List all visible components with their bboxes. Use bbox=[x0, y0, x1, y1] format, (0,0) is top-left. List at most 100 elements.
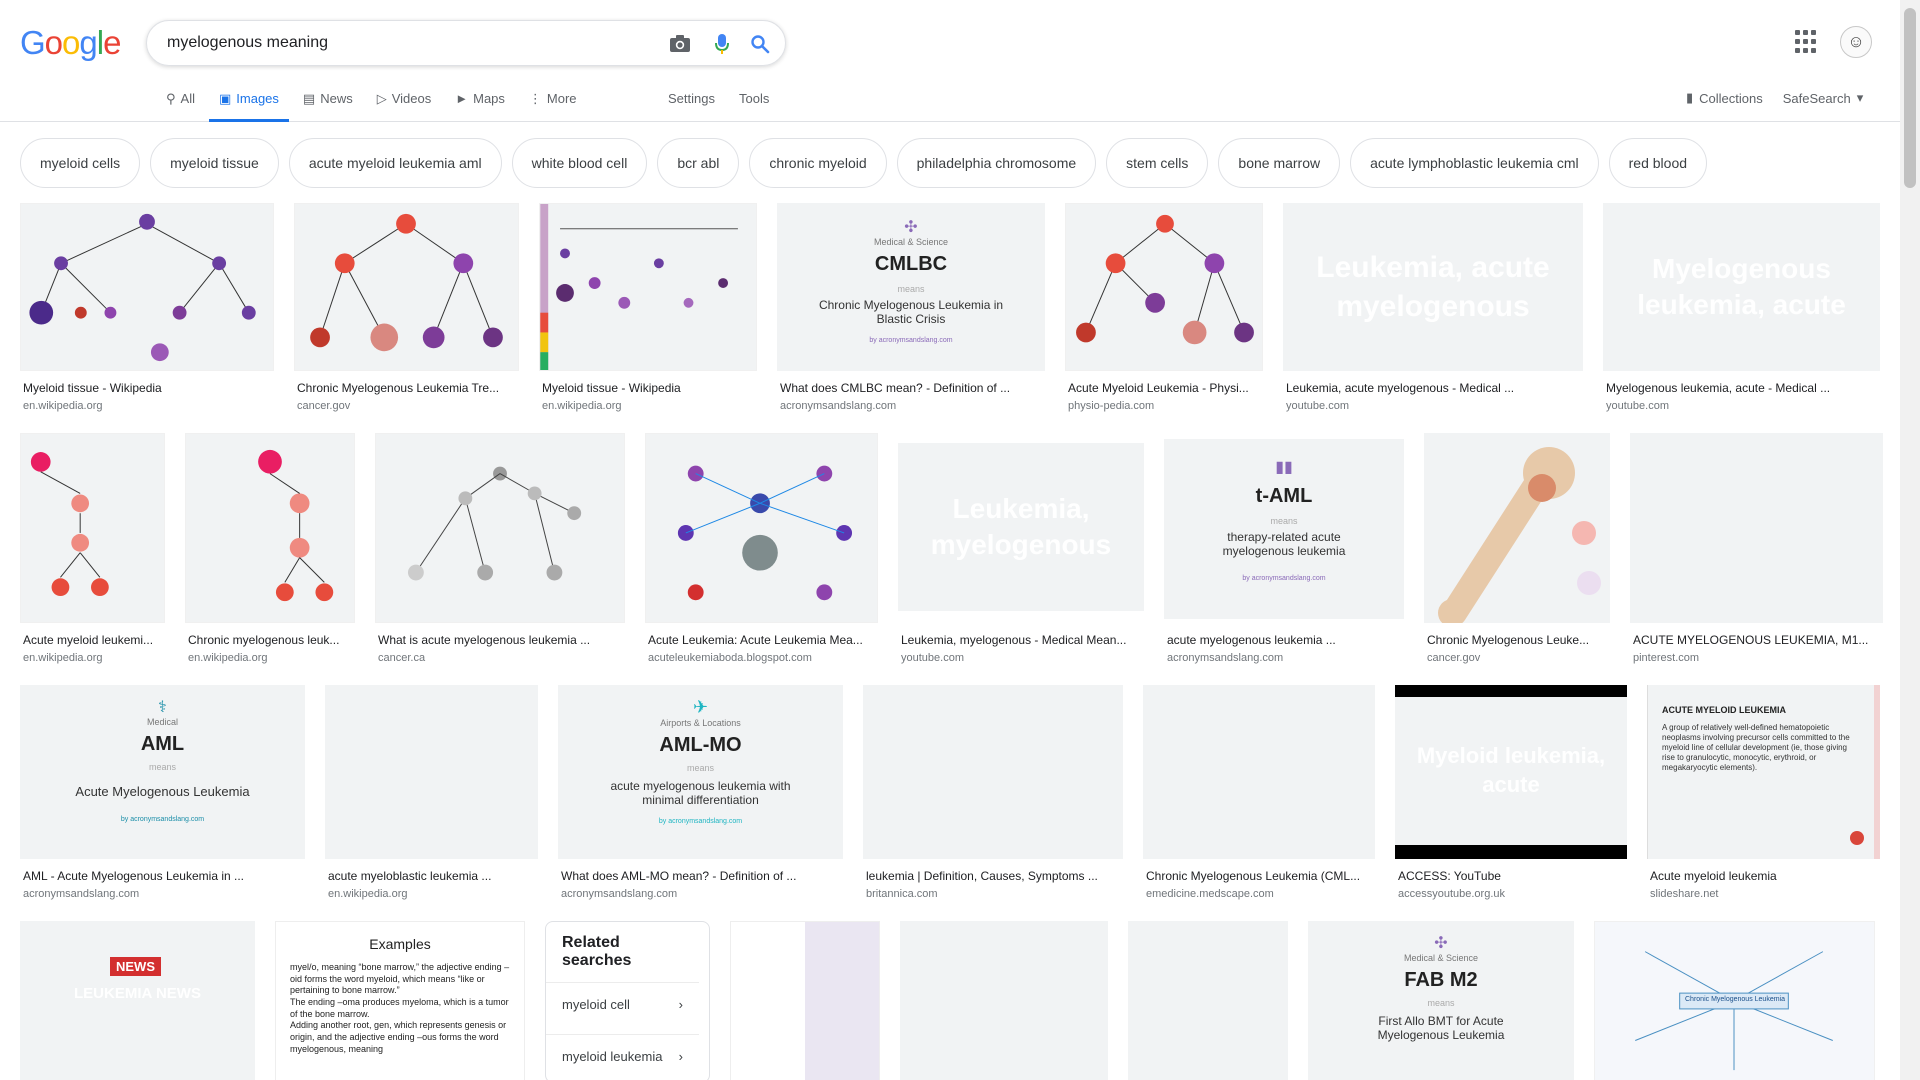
chevron-right-icon: › bbox=[678, 997, 683, 1012]
chip[interactable]: chronic myeloid bbox=[749, 138, 887, 188]
mindmap-center-label: Chronic Myelogenous Leukemia bbox=[1685, 996, 1785, 1003]
scrollbar[interactable] bbox=[1900, 0, 1920, 1080]
acronym-means: means bbox=[148, 762, 176, 772]
related-search-item[interactable]: myeloid leukemia › bbox=[546, 1034, 699, 1078]
result-source: cancer.gov bbox=[1427, 652, 1481, 664]
image-result[interactable]: ⚕ Medical AML means Acute Myelogenous Le… bbox=[20, 685, 305, 900]
medical-caduceus-icon: ⚕ bbox=[158, 699, 167, 716]
result-source: en.wikipedia.org bbox=[328, 888, 408, 900]
chip[interactable]: red blood bbox=[1608, 138, 1708, 188]
chip[interactable]: acute myeloid leukemia aml bbox=[288, 138, 502, 188]
result-source: acronymsandslang.com bbox=[1167, 652, 1284, 664]
safesearch-dropdown[interactable]: SafeSearch ▾ bbox=[1783, 90, 1863, 106]
medical-caduceus-icon: ✣ bbox=[1434, 935, 1448, 952]
more-vert-icon: ⋮ bbox=[528, 91, 542, 106]
acronym-brand: by acronymsandslang.com bbox=[869, 336, 953, 344]
tab-more[interactable]: ⋮ More bbox=[529, 87, 577, 122]
chip[interactable]: myeloid cells bbox=[20, 138, 141, 188]
examples-item: The ending –oma produces myeloma, which … bbox=[290, 997, 509, 1019]
examples-title: Examples bbox=[369, 936, 431, 952]
result-thumbnail bbox=[1065, 203, 1263, 371]
map-icon: ► bbox=[455, 91, 469, 106]
image-result[interactable]: ACUTE MYELOGENOUS LEUKEMIA, M1... pinter… bbox=[1630, 433, 1883, 664]
chip[interactable]: acute lymphoblastic leukemia cml bbox=[1350, 138, 1599, 188]
result-source: cancer.ca bbox=[378, 652, 426, 664]
avatar[interactable]: ☺ bbox=[1840, 26, 1872, 58]
result-title: leukemia | Definition, Causes, Symptoms … bbox=[866, 869, 1098, 883]
result-source: youtube.com bbox=[1606, 400, 1669, 412]
result-row: Acute myeloid leukemi... en.wikipedia.or… bbox=[20, 433, 1883, 664]
chip[interactable]: bcr abl bbox=[657, 138, 740, 188]
chip[interactable]: bone marrow bbox=[1218, 138, 1341, 188]
google-logo[interactable]: Google bbox=[20, 24, 121, 62]
apps-grid-icon[interactable] bbox=[1795, 30, 1819, 54]
image-result[interactable]: leukemia | Definition, Causes, Symptoms … bbox=[863, 685, 1123, 900]
image-result[interactable]: Leukemia, myelogenous Leukemia, myelogen… bbox=[898, 433, 1144, 664]
chip[interactable]: myeloid tissue bbox=[150, 138, 279, 188]
image-result[interactable]: ✈ Airports & Locations AML-MO means acut… bbox=[558, 685, 843, 900]
image-result[interactable]: Leukemia, acute myelogenous Leukemia, ac… bbox=[1283, 203, 1583, 412]
related-searches-title: Related searches bbox=[562, 934, 632, 969]
search-icon[interactable] bbox=[747, 31, 773, 57]
result-title: Chronic Myelogenous Leukemia (CML... bbox=[1146, 869, 1361, 883]
image-result[interactable]: Chronic Myelogenous Leukemia Tre... canc… bbox=[294, 203, 519, 412]
image-result[interactable] bbox=[730, 921, 880, 1080]
chip[interactable]: white blood cell bbox=[511, 138, 648, 188]
camera-icon[interactable] bbox=[667, 31, 693, 57]
image-result[interactable]: ▮▮ t-AML means therapy-related acute mye… bbox=[1164, 433, 1404, 664]
tab-news[interactable]: ▤ News bbox=[303, 87, 353, 122]
news-title: LEUKEMIA NEWS bbox=[74, 985, 201, 1002]
image-result[interactable]: Acute Myeloid Leukemia - Physi... physio… bbox=[1065, 203, 1263, 412]
chip[interactable]: philadelphia chromosome bbox=[896, 138, 1097, 188]
image-result[interactable]: Chronic myelogenous leuk... en.wikipedia… bbox=[185, 433, 355, 664]
result-title: Myeloid tissue - Wikipedia bbox=[542, 381, 681, 395]
play-icon: ▷ bbox=[376, 91, 387, 106]
settings-link[interactable]: Settings bbox=[668, 91, 715, 106]
image-result[interactable]: What is acute myelogenous leukemia ... c… bbox=[375, 433, 625, 664]
image-result[interactable]: Acute myeloid leukemi... en.wikipedia.or… bbox=[20, 433, 165, 664]
collections-link[interactable]: ▮ Collections bbox=[1686, 90, 1763, 106]
chip[interactable]: stem cells bbox=[1106, 138, 1209, 188]
tools-link[interactable]: Tools bbox=[739, 91, 769, 106]
image-result[interactable]: Chronic Myelogenous Leukemia (CML... eme… bbox=[1143, 685, 1375, 900]
image-result[interactable]: Acute Leukemia: Acute Leukemia Mea... ac… bbox=[645, 433, 878, 664]
image-result[interactable] bbox=[900, 921, 1108, 1080]
result-source: acronymsandslang.com bbox=[561, 888, 678, 900]
search-input[interactable] bbox=[167, 31, 627, 55]
image-result[interactable]: acute myeloblastic leukemia ... en.wikip… bbox=[325, 685, 538, 900]
tab-images[interactable]: ▣ Images bbox=[208, 87, 289, 122]
examples-item: myel/o, meaning “bone marrow,” the adjec… bbox=[290, 962, 510, 996]
tab-videos[interactable]: ▷ Videos bbox=[377, 87, 432, 122]
scrollbar-thumb[interactable] bbox=[1904, 8, 1916, 188]
image-result[interactable] bbox=[1128, 921, 1288, 1080]
image-result[interactable]: Chronic Myelogenous Leukemia bbox=[1594, 921, 1875, 1080]
related-search-item[interactable]: myeloid cell › bbox=[546, 982, 699, 1026]
tab-maps[interactable]: ► Maps bbox=[455, 87, 505, 122]
result-source: en.wikipedia.org bbox=[542, 400, 622, 412]
news-icon: ▤ bbox=[302, 91, 316, 106]
result-thumbnail bbox=[375, 433, 625, 623]
image-result[interactable]: ✣ Medical & Science FAB M2 means First A… bbox=[1308, 921, 1574, 1080]
result-title: What does AML-MO mean? - Definition of .… bbox=[561, 869, 797, 883]
image-result[interactable]: Acute myeloid leukemia A group of relati… bbox=[1647, 685, 1880, 900]
image-result[interactable]: Myeloid tissue - Wikipedia en.wikipedia.… bbox=[20, 203, 274, 412]
acronym-category: Medical & Science bbox=[1403, 953, 1479, 963]
logo-letter: o bbox=[44, 24, 63, 61]
tab-label: More bbox=[546, 91, 577, 106]
image-result[interactable]: ✣ Medical & Science CMLBC means Chronic … bbox=[777, 203, 1045, 412]
result-thumbnail: Acute myeloid leukemia A group of relati… bbox=[1647, 685, 1880, 859]
medical-caduceus-icon: ✣ bbox=[904, 219, 918, 236]
result-thumbnail bbox=[645, 433, 878, 623]
image-result[interactable]: Myeloid tissue - Wikipedia en.wikipedia.… bbox=[539, 203, 757, 412]
image-result[interactable]: Examples myel/o, meaning “bone marrow,” … bbox=[275, 921, 525, 1080]
image-result[interactable]: Myeloid leukemia, acute ACCESS: YouTube … bbox=[1395, 685, 1627, 900]
image-result[interactable]: Myelogenous leukemia, acute Myelogenous … bbox=[1603, 203, 1880, 412]
tab-label: Videos bbox=[391, 91, 432, 106]
microphone-icon[interactable] bbox=[709, 31, 735, 57]
result-thumbnail bbox=[325, 685, 538, 859]
acronym-full: First Allo BMT for Acute Myelogenous Leu… bbox=[1377, 1014, 1505, 1043]
image-result[interactable]: Chronic Myelogenous Leuke... cancer.gov bbox=[1424, 433, 1610, 664]
image-result[interactable]: NEWS LEUKEMIA NEWS bbox=[20, 921, 255, 1080]
result-thumbnail bbox=[1128, 921, 1288, 1080]
tab-all[interactable]: ⚲ All bbox=[166, 87, 195, 122]
